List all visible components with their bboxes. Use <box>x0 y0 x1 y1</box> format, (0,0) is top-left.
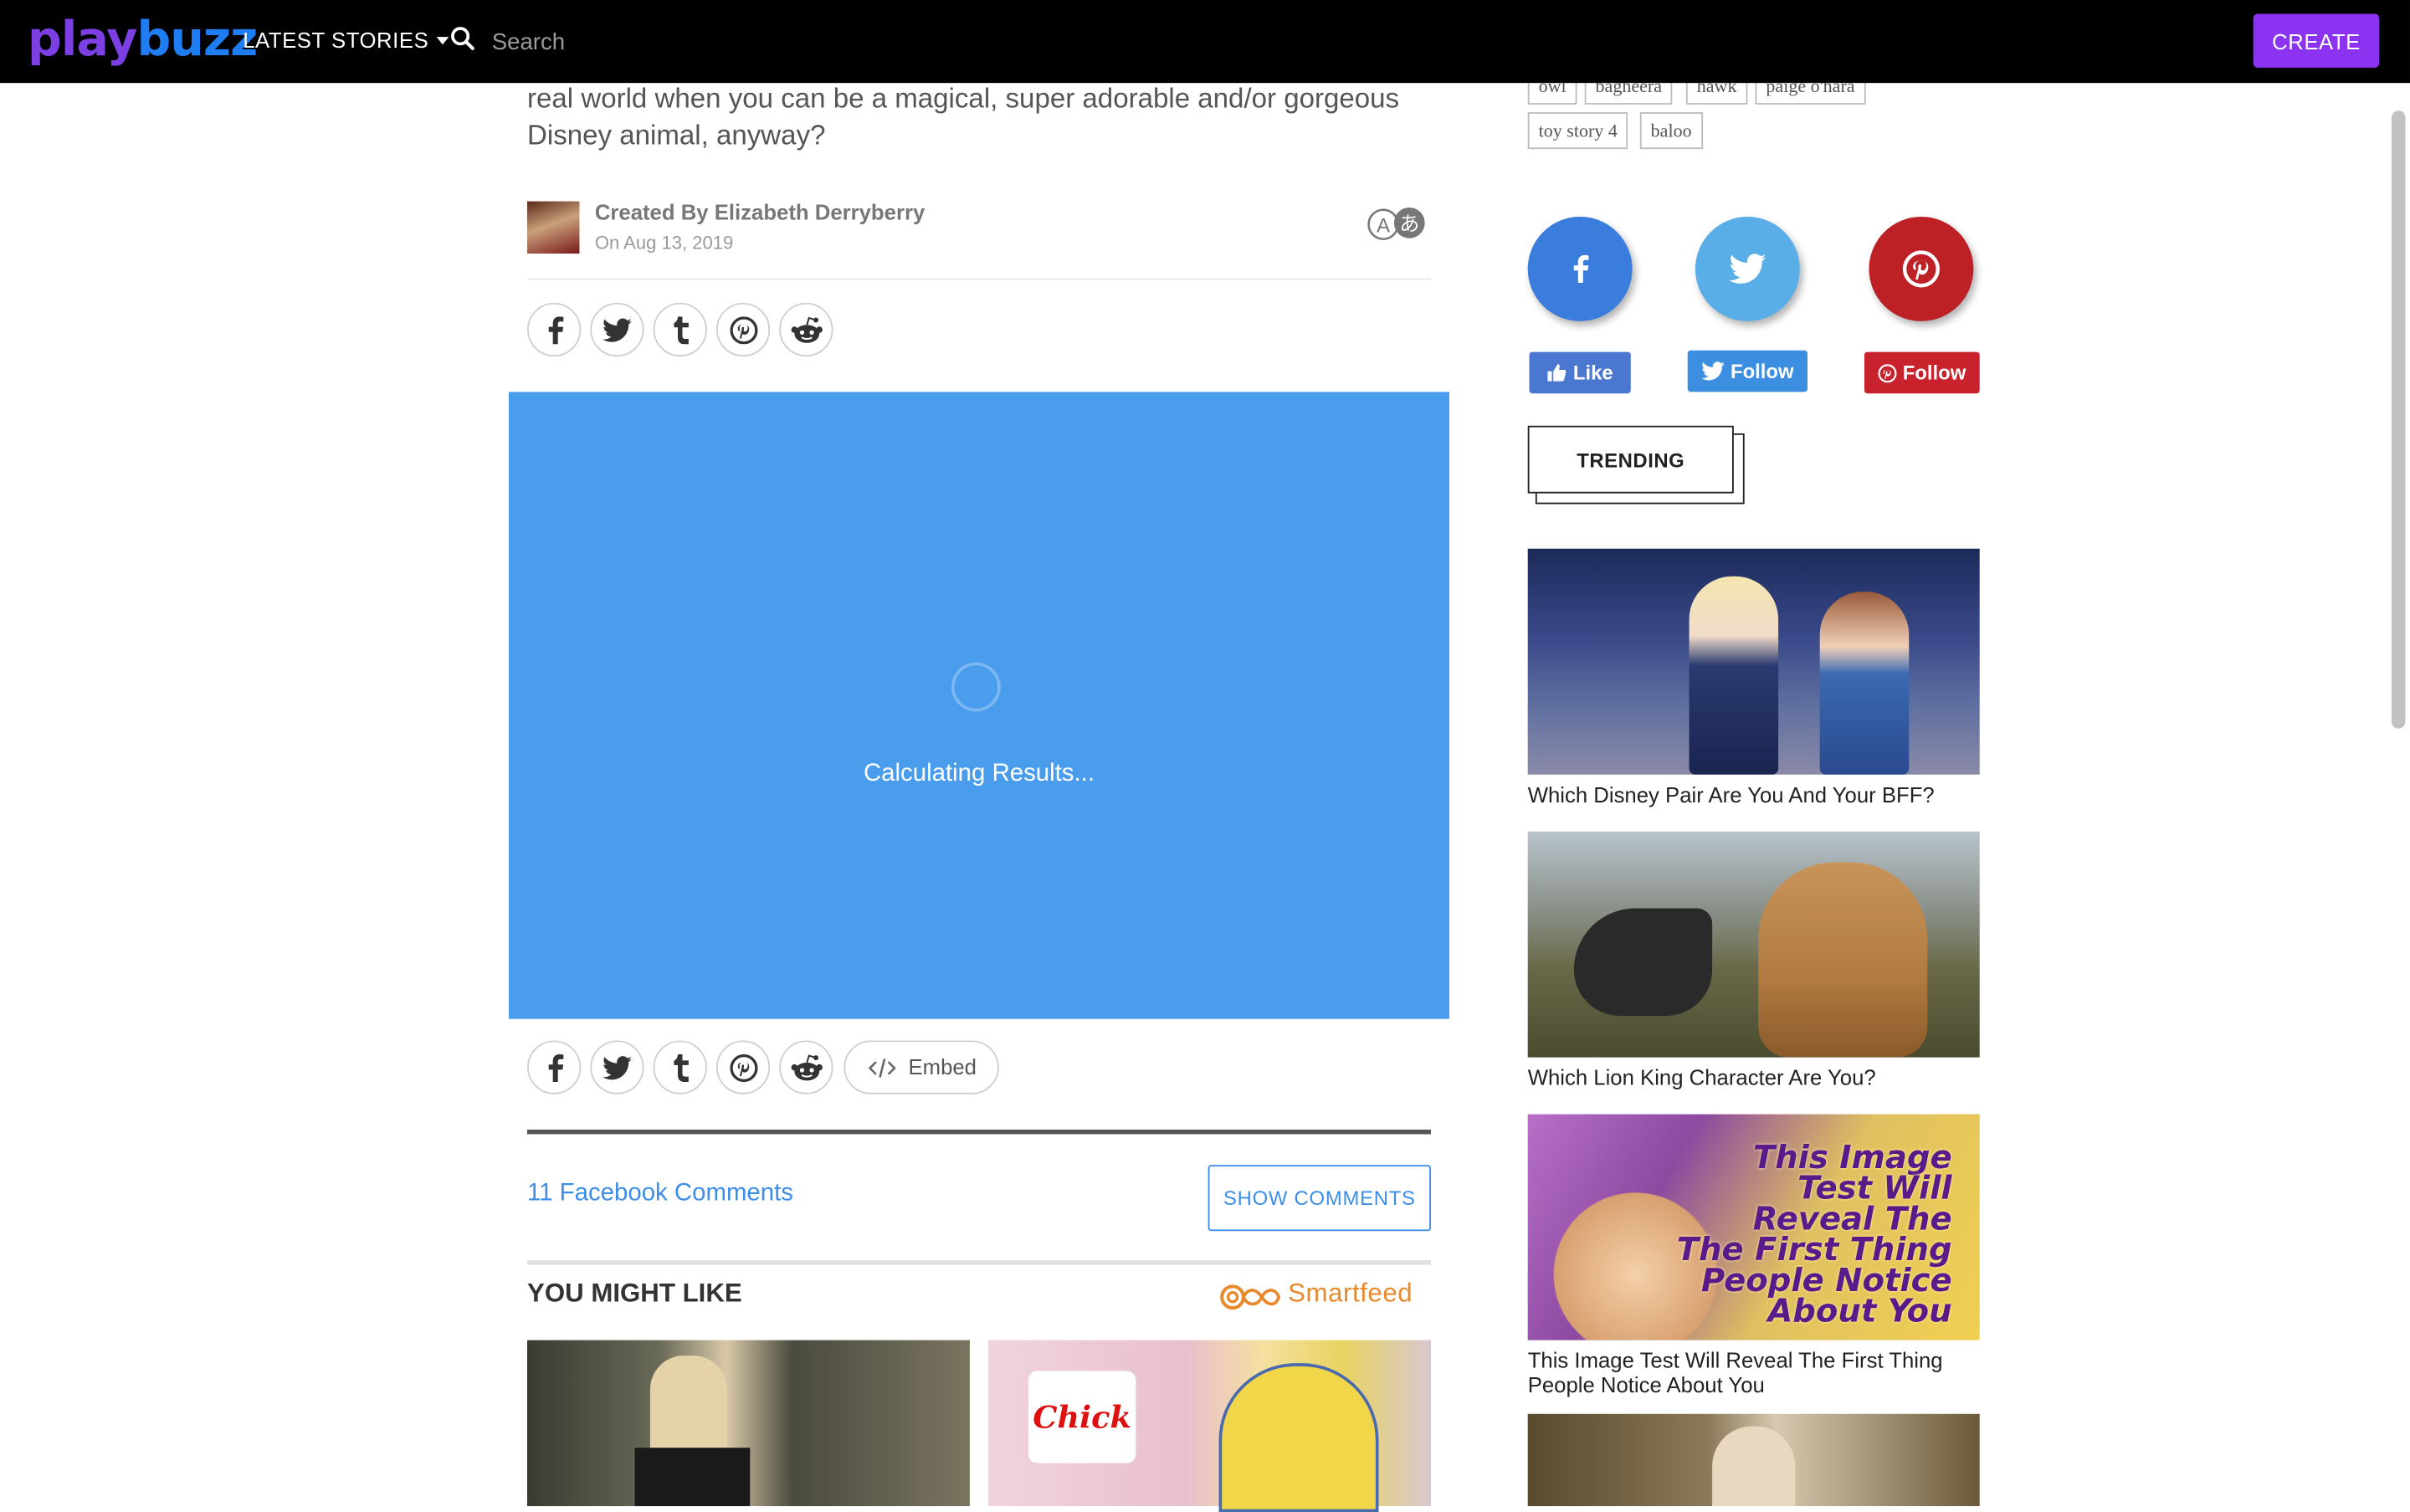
bird-figure <box>1573 908 1713 1017</box>
top-navigation-bar: playbuzz LATEST STORIES CREATE <box>0 0 2410 84</box>
embed-label: Embed <box>908 1053 977 1079</box>
smartfeed-label: Smartfeed <box>1288 1279 1413 1309</box>
chickfila-logo: Chick <box>1028 1371 1136 1463</box>
robe-shape <box>634 1448 751 1506</box>
latest-stories-menu[interactable]: LATEST STORIES <box>243 24 449 55</box>
tumblr-share-button[interactable] <box>653 1040 707 1094</box>
twitter-icon <box>1701 361 1725 381</box>
pinterest-share-button[interactable] <box>715 302 771 357</box>
facebook-share-button[interactable] <box>526 1040 582 1094</box>
twitter-page-link[interactable] <box>1695 216 1800 321</box>
smartfeed-icon <box>1220 1284 1281 1310</box>
pinterest-icon <box>729 315 757 344</box>
caret-down-icon <box>436 37 449 45</box>
portrait-figure <box>1712 1426 1796 1506</box>
lion-cub-figure <box>1758 862 1928 1058</box>
tag-baloo[interactable]: baloo <box>1639 112 1703 150</box>
reddit-share-button[interactable] <box>779 302 833 357</box>
page: real world when you can be a magical, su… <box>0 0 2410 1512</box>
recommended-thumbnail[interactable] <box>526 1340 970 1506</box>
recommended-thumbnail[interactable]: Chick <box>988 1340 1431 1512</box>
character-figure <box>1819 592 1910 775</box>
pinterest-follow-button[interactable]: Follow <box>1864 351 1980 394</box>
trending-title[interactable]: Which Disney Pair Are You And Your BFF? <box>1528 782 1980 807</box>
twitter-follow-button[interactable]: Follow <box>1687 350 1808 392</box>
facebook-page-link[interactable] <box>1527 216 1633 321</box>
pinterest-icon <box>729 1053 757 1082</box>
divider <box>526 278 1431 280</box>
tag-toy-story-4[interactable]: toy story 4 <box>1527 112 1628 150</box>
thumbs-up-icon <box>1548 364 1567 382</box>
trending-title[interactable]: Which Lion King Character Are You? <box>1528 1065 1980 1089</box>
facebook-like-button[interactable]: Like <box>1529 351 1631 394</box>
character-figure <box>1689 576 1779 775</box>
publish-date: On Aug 13, 2019 <box>594 232 734 254</box>
logo-play-text: play <box>28 12 137 68</box>
facebook-icon <box>547 315 563 344</box>
reddit-icon <box>790 315 823 342</box>
search-input[interactable] <box>489 21 956 62</box>
twitter-icon <box>1729 254 1766 284</box>
logo-buzz-text: buzz <box>136 12 258 68</box>
tumblr-icon <box>673 315 688 344</box>
like-label: Like <box>1572 361 1613 385</box>
show-comments-button[interactable]: SHOW COMMENTS <box>1208 1165 1431 1232</box>
embed-button[interactable]: Embed <box>844 1040 999 1094</box>
you-might-like-heading: YOU MIGHT LIKE <box>526 1279 742 1309</box>
trending-thumbnail[interactable] <box>1527 548 1980 775</box>
search-icon[interactable] <box>450 26 474 50</box>
scrollbar[interactable] <box>2391 110 2406 729</box>
follow-label: Follow <box>1730 359 1794 383</box>
author-byline[interactable]: Created By Elizabeth Derryberry <box>595 200 925 224</box>
reddit-share-button[interactable] <box>779 1040 833 1094</box>
translate-icon[interactable]: A あ <box>1367 206 1428 243</box>
tumblr-share-button[interactable] <box>653 302 707 357</box>
trending-thumbnail[interactable] <box>1527 1413 1980 1506</box>
cartoon-fish-figure <box>1218 1363 1379 1512</box>
reddit-icon <box>790 1053 823 1080</box>
pinterest-icon <box>1878 363 1897 382</box>
pinterest-share-button[interactable] <box>715 1040 771 1094</box>
facebook-share-button[interactable] <box>526 302 582 357</box>
twitter-icon <box>602 1055 632 1079</box>
facebook-icon <box>547 1053 563 1082</box>
playbuzz-logo[interactable]: playbuzz <box>28 9 258 70</box>
trending-thumbnail[interactable] <box>1527 831 1980 1058</box>
divider <box>526 1260 1431 1265</box>
twitter-share-button[interactable] <box>590 1040 644 1094</box>
quiz-results-panel: Calculating Results... <box>508 392 1450 1019</box>
trending-heading: TRENDING <box>1527 425 1734 494</box>
pinterest-icon <box>1902 250 1940 288</box>
trending-title[interactable]: This Image Test Will Reveal The First Th… <box>1528 1348 1980 1397</box>
twitter-share-button[interactable] <box>590 302 644 357</box>
tumblr-icon <box>673 1053 688 1082</box>
facebook-comments-count[interactable]: 11 Facebook Comments <box>527 1181 793 1208</box>
calculating-results-text: Calculating Results... <box>863 761 1095 787</box>
svg-text:あ: あ <box>1399 213 1419 236</box>
facebook-icon <box>1573 254 1589 283</box>
latest-stories-label: LATEST STORIES <box>243 28 429 53</box>
author-avatar[interactable] <box>526 201 580 254</box>
thumbnail-overlay-text: This Image Test Will Reveal The The Firs… <box>1676 1139 1952 1330</box>
article-intro: real world when you can be a magical, su… <box>526 83 1400 151</box>
create-button[interactable]: CREATE <box>2253 13 2380 68</box>
follow-label: Follow <box>1902 361 1966 385</box>
pinterest-page-link[interactable] <box>1869 216 1974 321</box>
svg-text:A: A <box>1377 214 1390 237</box>
loading-spinner-icon <box>951 662 1001 712</box>
comments-divider <box>526 1129 1431 1135</box>
code-icon <box>868 1058 896 1078</box>
twitter-icon <box>602 317 632 341</box>
trending-thumbnail[interactable]: This Image Test Will Reveal The The Firs… <box>1527 1114 1980 1340</box>
